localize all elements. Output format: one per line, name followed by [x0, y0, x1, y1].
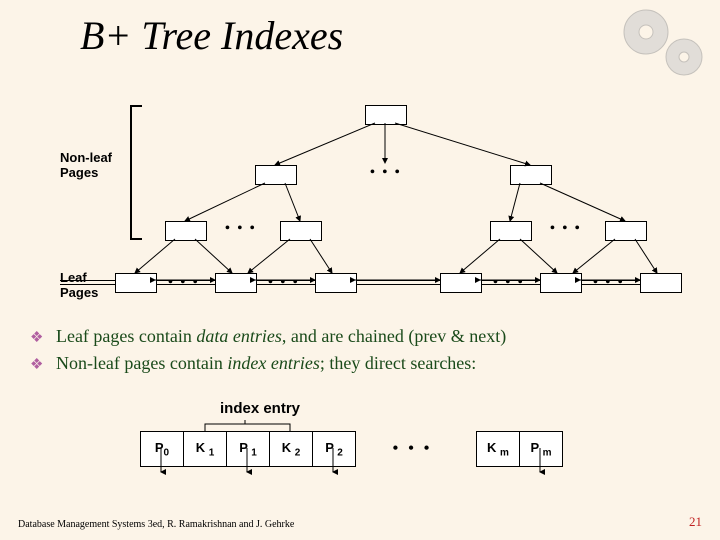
pointer-arrows [140, 448, 680, 478]
diamond-icon: ❖ [30, 357, 43, 373]
bullet-text: Leaf pages contain [56, 326, 196, 346]
bullet-text: , and are chained (prev & next) [282, 326, 506, 346]
tree-diagram: Non-leaf Pages Leaf Pages • • • • • • • … [60, 95, 660, 305]
gear-icon [606, 2, 716, 97]
tree-edges [60, 95, 660, 305]
diamond-icon: ❖ [30, 330, 43, 346]
bullet-em: index entries [227, 353, 319, 373]
bullet-list: ❖ Leaf pages contain data entries, and a… [30, 320, 690, 380]
bullet-em: data entries [196, 326, 282, 346]
index-bracket-icon [140, 420, 360, 434]
page-number: 21 [689, 514, 702, 530]
bullet-text: Non-leaf pages contain [56, 353, 227, 373]
page-title: B+ Tree Indexes [80, 12, 343, 59]
footer-text: Database Management Systems 3ed, R. Rama… [18, 519, 294, 530]
bullet-text: ; they direct searches: [320, 353, 476, 373]
bullet-item: ❖ Non-leaf pages contain index entries; … [30, 353, 690, 374]
index-entry-label: index entry [220, 400, 680, 417]
index-entry-diagram: index entry P0 K 1 P 1 K 2 P 2 ••• K m P… [140, 400, 680, 467]
slide: B+ Tree Indexes Non-leaf Pages Leaf Page… [0, 0, 720, 540]
bullet-item: ❖ Leaf pages contain data entries, and a… [30, 326, 690, 347]
